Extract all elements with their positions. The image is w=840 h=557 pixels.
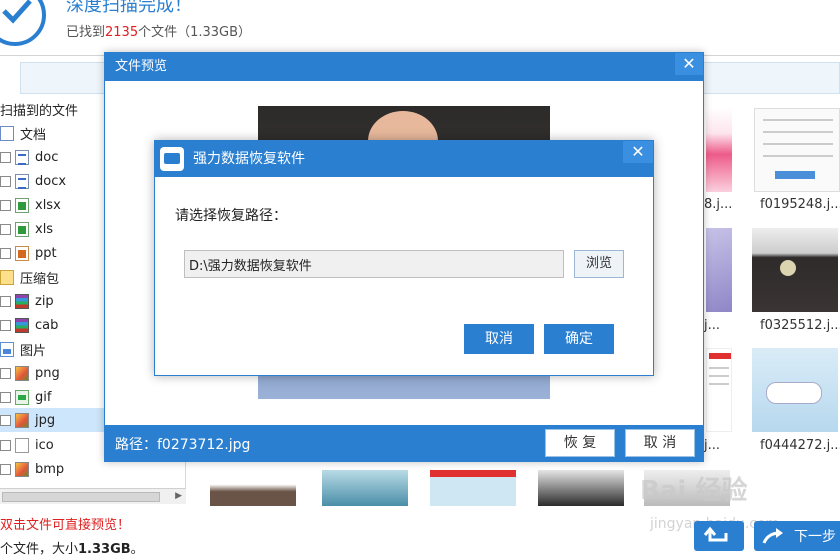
tree-item-label: docx (35, 173, 67, 189)
back-button[interactable] (694, 521, 744, 551)
tree-root-label: 扫描到的文件 (0, 103, 79, 119)
tree-horizontal-scrollbar[interactable]: ▶ (0, 488, 186, 504)
check-circle-icon (0, 0, 46, 46)
thumbnail-image[interactable] (538, 470, 624, 506)
thumbnail-image[interactable] (706, 348, 732, 432)
preview-restore-button[interactable]: 恢 复 (545, 429, 615, 457)
archive-folder-icon (0, 269, 14, 285)
stats-prefix: 已找到 (66, 25, 106, 40)
next-step-label: 下一步 (794, 529, 836, 545)
restore-path-prompt: 请选择恢复路径： (175, 208, 287, 224)
preview-action-bar: 路径：f0273712.jpg 恢 复 取 消 (105, 425, 703, 461)
checkbox[interactable] (0, 295, 11, 307)
tree-item-label: jpg (35, 412, 56, 428)
thumbnail-image[interactable] (752, 348, 838, 432)
thumbnail-label: j... (704, 318, 721, 333)
scrollbar-thumb[interactable] (2, 492, 160, 502)
checkbox[interactable] (0, 367, 11, 379)
thumbnail-image[interactable] (322, 470, 408, 506)
tree-item-label: gif (35, 389, 52, 405)
modal-close-button[interactable]: ✕ (623, 141, 653, 163)
preview-cancel-button[interactable]: 取 消 (625, 429, 695, 457)
tree-item-label: xls (35, 221, 54, 237)
tree-item-label: 图片 (20, 343, 47, 359)
tree-item-label: zip (35, 293, 54, 309)
thumbnail-image[interactable] (754, 108, 840, 192)
scroll-right-arrow-icon[interactable]: ▶ (175, 491, 182, 501)
checkbox[interactable] (0, 319, 11, 331)
excel-file-icon (15, 197, 29, 213)
summary-prefix: 个文件，大小 (0, 542, 79, 557)
word-file-icon (15, 149, 29, 165)
checkbox[interactable] (0, 391, 11, 403)
thumbnail-label: f0325512.j... (760, 318, 840, 333)
checkbox[interactable] (0, 247, 11, 259)
thumbnail-label: 8.j... (704, 197, 733, 212)
browse-button[interactable]: 浏览 (574, 250, 624, 278)
thumbnail-image[interactable] (210, 470, 296, 506)
checkbox[interactable] (0, 175, 11, 187)
powerpoint-file-icon (15, 245, 29, 261)
file-summary: 个文件，大小1.33GB。 (0, 538, 144, 557)
thumbnail-label: j... (704, 438, 721, 453)
thumbnail-image[interactable] (430, 470, 516, 506)
summary-size: 1.33GB (78, 542, 131, 557)
modal-title: 强力数据恢复软件 (155, 141, 653, 177)
checkbox[interactable] (0, 223, 11, 235)
summary-suffix: 。 (130, 542, 144, 557)
scan-stats: 已找到2135个文件（1.33GB） (66, 21, 251, 40)
restore-path-dialog: 强力数据恢复软件 ✕ 请选择恢复路径： 浏览 取消 确定 (154, 140, 654, 376)
modal-cancel-button[interactable]: 取消 (464, 324, 534, 354)
preview-title: 文件预览 (105, 53, 703, 81)
stats-suffix: 个文件（1.33GB） (138, 25, 252, 40)
app-logo-icon (160, 147, 184, 171)
checkbox[interactable] (0, 414, 11, 426)
tree-item-label: doc (35, 149, 59, 165)
tree-item-label: cab (35, 317, 59, 333)
document-folder-icon (0, 125, 14, 141)
watermark: Bai 经验 (640, 476, 748, 506)
thumbnail-image[interactable] (752, 228, 838, 312)
restore-path-input[interactable] (184, 250, 564, 278)
archive-file-icon (15, 293, 29, 309)
gif-file-icon (15, 389, 29, 405)
blank-file-icon (15, 437, 29, 453)
tree-item-label: ppt (35, 245, 57, 261)
modal-title-text: 强力数据恢复软件 (193, 151, 305, 167)
thumbnail-label: f0195248.j... (760, 197, 840, 212)
image-folder-icon (0, 341, 14, 357)
image-file-icon (15, 412, 29, 428)
modal-confirm-button[interactable]: 确定 (544, 324, 614, 354)
tree-item-label: 压缩包 (20, 271, 60, 287)
thumbnail-image[interactable] (706, 228, 732, 312)
checkbox[interactable] (0, 151, 11, 163)
scan-complete-title: 深度扫描完成！ (66, 0, 192, 16)
checkbox[interactable] (0, 199, 11, 211)
forward-arrow-icon (762, 528, 783, 544)
thumbnail-label: f0444272.j... (760, 438, 840, 453)
tree-item-label: 文档 (20, 127, 47, 143)
tree-item-label: png (35, 365, 60, 381)
checkbox[interactable] (0, 439, 11, 451)
undo-arrow-icon (703, 526, 728, 542)
next-step-button[interactable]: 下一步 (754, 521, 840, 551)
checkbox[interactable] (0, 463, 11, 475)
preview-hint: 双击文件可直接预览！ (0, 518, 131, 533)
tree-item-label: xlsx (35, 197, 61, 213)
tree-item-label: bmp (35, 461, 65, 477)
archive-file-icon (15, 317, 29, 333)
scan-result-header: 深度扫描完成！ 已找到2135个文件（1.33GB） (0, 0, 840, 56)
preview-close-button[interactable]: ✕ (675, 53, 703, 75)
image-file-icon (15, 461, 29, 477)
preview-file-path: 路径：f0273712.jpg (115, 437, 251, 453)
word-file-icon (15, 173, 29, 189)
excel-file-icon (15, 221, 29, 237)
tree-item-label: ico (35, 437, 54, 453)
thumbnail-image[interactable] (706, 108, 732, 192)
file-count: 2135 (105, 25, 139, 40)
image-file-icon (15, 365, 29, 381)
